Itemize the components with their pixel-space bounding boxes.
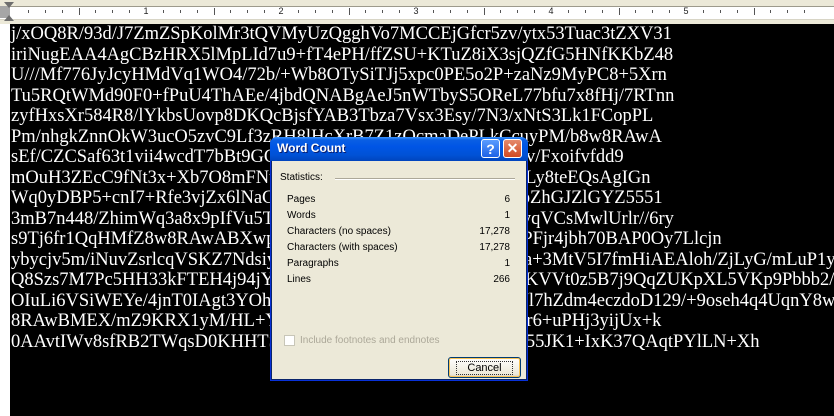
dialog-body: Statistics: Pages 6 Words 1 Characters (… [275,161,523,378]
close-button[interactable]: ✕ [503,139,522,158]
ruler-tick [754,8,755,15]
document-line [10,393,834,414]
ruler-tick [720,10,721,13]
ruler-tick [298,10,299,13]
ruler-tick [349,8,350,15]
stat-row-lines: Lines 266 [287,271,510,287]
ruler-tick [450,10,451,13]
hanging-indent-marker[interactable] [4,15,14,21]
ruler-tick [804,10,805,13]
stat-row-words: Words 1 [287,207,510,223]
include-footnotes-label: Include footnotes and endnotes [300,335,440,346]
ruler-tick [129,10,130,13]
horizontal-ruler[interactable]: 1 2 3 4 5 [0,0,834,25]
ruler-tick [568,10,569,13]
document-line: j/xOQ8R/93d/J7ZmZSpKolMr3tQVMyUzQgghVo7M… [11,24,672,44]
statistics-heading: Statistics: [280,172,323,183]
document-line: zyfHxsXr584R8/lYkbsUovp8DKQcBjsfYAB3Tbza… [11,106,654,126]
stat-row-characters-no-spaces: Characters (no spaces) 17,278 [287,223,510,239]
cancel-label: Cancel [456,360,513,375]
ruler-tick [79,8,80,15]
stat-row-paragraphs: Paragraphs 1 [287,255,510,271]
ruler-tick [787,10,788,13]
ruler-tick [635,10,636,13]
ruler-tick [45,10,46,13]
stat-value: 266 [493,273,510,285]
stat-label: Lines [287,273,311,285]
stat-value: 1 [504,257,510,269]
ruler-tick [264,10,265,13]
stat-label: Words [287,209,316,221]
ruler-tick [95,10,96,13]
stat-label: Characters (with spaces) [287,241,398,253]
ruler-tick [163,10,164,13]
help-icon: ? [486,140,495,157]
ruler-tick [28,10,29,13]
ruler-tick [602,10,603,13]
ruler-number: 1 [143,6,149,16]
stat-value: 17,278 [479,225,510,237]
ruler-tick [467,10,468,13]
stat-value: 1 [504,209,510,221]
ruler-number: 3 [413,6,419,16]
document-line: U///Mf776JyJcyHMdVq1WO4/72b/+Wb8OTySiTJj… [11,65,667,85]
ruler-tick [214,8,215,15]
stat-label: Characters (no spaces) [287,225,391,237]
dialog-title: Word Count [277,141,346,155]
ruler-tick [315,10,316,13]
ruler-tick [433,10,434,13]
first-line-indent-marker[interactable] [4,2,14,8]
ruler-tick [484,8,485,15]
ruler-tick [619,8,620,15]
statistics-divider [335,178,515,180]
stat-label: Pages [287,193,316,205]
document-line: Tu5RQtWMd90F0+fPuU4ThAEe/4jbdQNABgAeJ5nW… [11,85,675,106]
ruler-tick [669,10,670,13]
stat-value: 6 [504,193,510,205]
ruler-tick [652,10,653,13]
ruler-tick [112,10,113,13]
ruler-tick [500,10,501,13]
help-button[interactable]: ? [481,139,500,158]
ruler-tick [585,10,586,13]
ruler-tick [197,10,198,13]
ruler-tick [770,10,771,13]
stat-row-characters-with-spaces: Characters (with spaces) 17,278 [287,239,510,255]
ruler-number: 5 [683,6,689,16]
ruler-tick [737,10,738,13]
ruler-tick [703,10,704,13]
dialog-titlebar[interactable]: Word Count ? ✕ [270,137,528,161]
ruler-tick [247,10,248,13]
ruler-tick [365,10,366,13]
ruler-tick [180,10,181,13]
include-footnotes-checkbox [284,335,295,346]
ruler-tick [332,10,333,13]
cancel-button[interactable]: Cancel [448,357,521,378]
stat-row-pages: Pages 6 [287,191,510,207]
ruler-tick [382,10,383,13]
ruler-tick [534,10,535,13]
ruler-tick [230,10,231,13]
stat-value: 17,278 [479,241,510,253]
ruler-number: 2 [278,6,284,16]
document-line: iriNugEAA4AgCBzHRX5lMpLId7u9+fT4ePH/ffZS… [11,44,674,65]
include-footnotes-option: Include footnotes and endnotes [284,335,440,346]
ruler-tick [399,10,400,13]
stat-label: Paragraphs [287,257,339,269]
close-icon: ✕ [506,140,519,156]
ruler-number: 4 [548,6,554,16]
ruler-tick [62,10,63,13]
ruler-tick [517,10,518,13]
word-count-dialog: Word Count ? ✕ Statistics: Pages 6 Words… [270,137,528,381]
